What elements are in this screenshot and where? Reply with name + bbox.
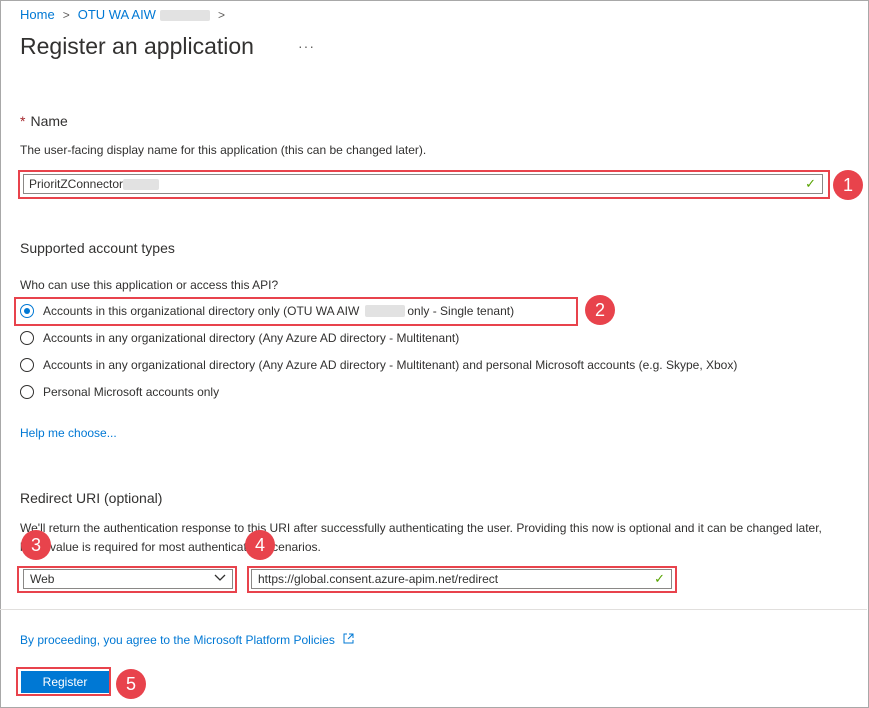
external-link-icon: [343, 633, 354, 647]
help-me-choose-link[interactable]: Help me choose...: [20, 426, 117, 440]
account-types-question: Who can use this application or access t…: [20, 278, 279, 292]
callout-highlight-5: [16, 667, 111, 696]
required-mark: *: [20, 113, 26, 129]
name-label: * Name: [20, 113, 68, 129]
callout-highlight-4: [247, 566, 677, 593]
redacted-tenant-id: [159, 10, 210, 22]
divider: [0, 609, 867, 610]
radio-unselected[interactable]: [20, 385, 34, 399]
account-option-multitenant[interactable]: Accounts in any organizational directory…: [20, 331, 459, 345]
radio-unselected[interactable]: [20, 331, 34, 345]
breadcrumb: Home > OTU WA AIW >: [20, 7, 233, 22]
callout-highlight-1: [18, 170, 830, 199]
name-description: The user-facing display name for this ap…: [20, 143, 427, 157]
account-option-personal[interactable]: Personal Microsoft accounts only: [20, 385, 219, 399]
callout-badge-3: 3: [21, 530, 51, 560]
callout-badge-5: 5: [116, 669, 146, 699]
redirect-description: We'll return the authentication response…: [20, 521, 822, 554]
page-title: Register an application: [20, 33, 254, 59]
callout-highlight-3: [17, 566, 237, 593]
platform-policies-link[interactable]: By proceeding, you agree to the Microsof…: [20, 633, 354, 647]
window-frame: [0, 0, 869, 708]
radio-unselected[interactable]: [20, 358, 34, 372]
callout-badge-4: 4: [245, 530, 275, 560]
account-option-multitenant-personal[interactable]: Accounts in any organizational directory…: [20, 358, 737, 372]
callout-badge-2: 2: [585, 295, 615, 325]
breadcrumb-tenant[interactable]: OTU WA AIW: [78, 7, 210, 22]
account-types-heading: Supported account types: [20, 240, 175, 256]
breadcrumb-home[interactable]: Home: [20, 7, 55, 22]
callout-badge-1: 1: [833, 170, 863, 200]
ellipsis-icon[interactable]: ···: [298, 38, 315, 54]
callout-highlight-2: [14, 297, 578, 326]
breadcrumb-separator: >: [62, 7, 70, 22]
breadcrumb-separator: >: [217, 7, 225, 22]
redirect-heading: Redirect URI (optional): [20, 490, 163, 506]
